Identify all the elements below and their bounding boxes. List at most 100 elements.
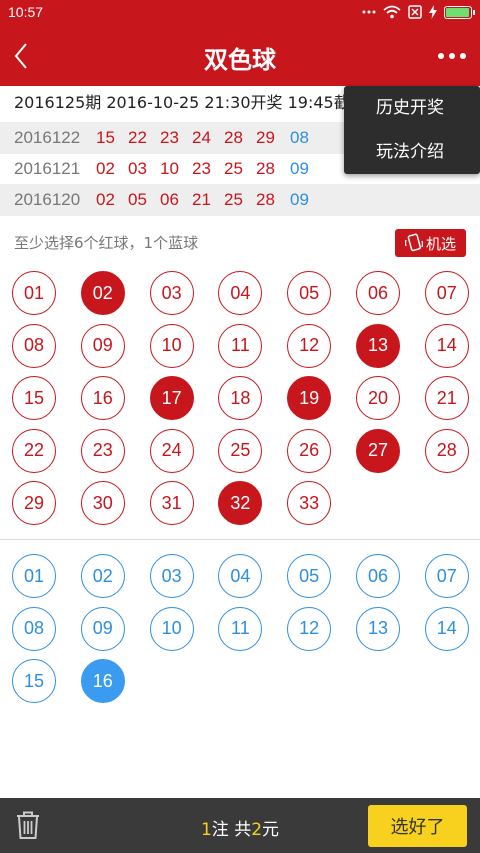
red-ball-33[interactable]: 33 xyxy=(287,481,332,525)
red-ball-16[interactable]: 16 xyxy=(80,376,125,420)
no-sim-icon xyxy=(408,5,422,19)
bet-amount-unit: 元 xyxy=(262,820,280,840)
history-blue-number: 09 xyxy=(290,159,309,178)
history-red-number: 15 xyxy=(96,128,115,147)
history-blue-number: 08 xyxy=(290,128,309,147)
red-ball-25[interactable]: 25 xyxy=(218,428,263,473)
nav-bar: 双色球 xyxy=(0,26,480,86)
history-red-number: 10 xyxy=(160,159,179,178)
red-ball-06[interactable]: 06 xyxy=(355,271,400,315)
red-ball-17[interactable]: 17 xyxy=(149,376,194,420)
red-ball-08[interactable]: 08 xyxy=(12,323,56,368)
red-ball-32[interactable]: 32 xyxy=(218,481,263,525)
blue-ball-01[interactable]: 01 xyxy=(12,554,56,598)
red-ball-24[interactable]: 24 xyxy=(149,428,194,473)
history-red-number: 28 xyxy=(256,190,275,209)
history-red-number: 23 xyxy=(160,128,179,147)
popup-menu: 历史开奖 玩法介绍 xyxy=(344,86,480,174)
page-title: 双色球 xyxy=(204,46,276,74)
red-ball-26[interactable]: 26 xyxy=(287,428,332,473)
history-red-number: 25 xyxy=(224,190,243,209)
red-ball-21[interactable]: 21 xyxy=(424,376,469,420)
blue-ball-09[interactable]: 09 xyxy=(80,606,125,651)
random-pick-button[interactable]: 机选 xyxy=(395,229,466,257)
random-pick-label: 机选 xyxy=(425,234,456,253)
blue-ball-04[interactable]: 04 xyxy=(218,554,263,598)
history-red-number: 29 xyxy=(256,128,275,147)
red-ball-grid: 01 02 03 04 05 06 07 08 09 10 11 12 13 14 15 16 17 18 19 20… xyxy=(12,271,472,534)
more-menu-icon[interactable] xyxy=(436,46,468,66)
red-ball-15[interactable]: 15 xyxy=(12,376,56,420)
more-dots-icon xyxy=(362,10,376,14)
menu-item-history[interactable]: 历史开奖 xyxy=(344,86,480,130)
history-red-number: 28 xyxy=(256,159,275,178)
red-ball-13[interactable]: 13 xyxy=(355,323,400,368)
red-ball-07[interactable]: 07 xyxy=(424,271,469,315)
blue-ball-03[interactable]: 03 xyxy=(149,554,194,598)
history-issue: 2016122 xyxy=(14,128,81,147)
red-ball-11[interactable]: 11 xyxy=(218,323,263,368)
confirm-button[interactable]: 选好了 xyxy=(368,805,467,847)
blue-ball-07[interactable]: 07 xyxy=(424,554,469,598)
bottom-bar: 1注 共2元 选好了 xyxy=(0,798,480,853)
blue-ball-02[interactable]: 02 xyxy=(80,554,125,598)
blue-ball-15[interactable]: 15 xyxy=(12,659,56,703)
blue-ball-10[interactable]: 10 xyxy=(149,606,194,651)
red-ball-12[interactable]: 12 xyxy=(287,323,332,368)
red-ball-29[interactable]: 29 xyxy=(12,481,56,525)
menu-item-rules[interactable]: 玩法介绍 xyxy=(344,130,480,174)
history-red-number: 02 xyxy=(96,190,115,209)
red-ball-20[interactable]: 20 xyxy=(355,376,400,420)
red-ball-03[interactable]: 03 xyxy=(149,271,194,315)
bet-count-unit: 注 共 xyxy=(211,820,252,840)
bet-count: 1 xyxy=(200,820,212,840)
red-ball-01[interactable]: 01 xyxy=(12,271,56,315)
blue-ball-14[interactable]: 14 xyxy=(424,606,469,651)
red-ball-28[interactable]: 28 xyxy=(424,428,469,473)
history-issue: 2016121 xyxy=(14,159,81,178)
blue-ball-05[interactable]: 05 xyxy=(287,554,332,598)
status-bar: 10:57 xyxy=(0,0,480,26)
wifi-icon xyxy=(383,5,401,19)
bet-amount: 2 xyxy=(251,820,263,840)
red-ball-27[interactable]: 27 xyxy=(355,428,400,473)
history-red-number: 22 xyxy=(128,128,147,147)
red-ball-23[interactable]: 23 xyxy=(80,428,125,473)
blue-ball-16[interactable]: 16 xyxy=(80,659,125,703)
selection-hint: 至少选择6个红球，1个蓝球 xyxy=(14,234,199,252)
shake-phone-icon xyxy=(404,233,423,252)
history-blue-number: 09 xyxy=(290,190,309,209)
red-ball-10[interactable]: 10 xyxy=(149,323,194,368)
red-ball-02[interactable]: 02 xyxy=(80,271,125,315)
history-red-number: 28 xyxy=(224,128,243,147)
history-red-number: 05 xyxy=(128,190,147,209)
history-red-number: 24 xyxy=(192,128,211,147)
history-red-number: 06 xyxy=(160,190,179,209)
history-row: 2016120 02 05 06 21 25 28 09 xyxy=(0,184,480,216)
history-issue: 2016120 xyxy=(14,190,81,209)
history-red-number: 03 xyxy=(128,159,147,178)
red-ball-18[interactable]: 18 xyxy=(218,376,263,420)
blue-ball-11[interactable]: 11 xyxy=(218,606,263,651)
blue-ball-13[interactable]: 13 xyxy=(355,606,400,651)
red-ball-19[interactable]: 19 xyxy=(287,376,332,420)
history-red-number: 25 xyxy=(224,159,243,178)
red-ball-31[interactable]: 31 xyxy=(149,481,194,525)
red-ball-04[interactable]: 04 xyxy=(218,271,263,315)
status-icons xyxy=(362,5,475,19)
red-ball-30[interactable]: 30 xyxy=(80,481,125,525)
blue-ball-12[interactable]: 12 xyxy=(287,606,332,651)
red-ball-05[interactable]: 05 xyxy=(287,271,332,315)
section-divider xyxy=(0,539,480,540)
battery-icon xyxy=(444,5,475,19)
red-ball-14[interactable]: 14 xyxy=(424,323,469,368)
red-ball-22[interactable]: 22 xyxy=(12,428,56,473)
blue-ball-grid: 01 02 03 04 05 06 07 08 09 10 11 12 13 14 15 16 xyxy=(12,554,472,712)
history-red-number: 23 xyxy=(192,159,211,178)
blue-ball-08[interactable]: 08 xyxy=(12,606,56,651)
history-red-number: 21 xyxy=(192,190,211,209)
status-time: 10:57 xyxy=(8,4,44,20)
red-ball-09[interactable]: 09 xyxy=(80,323,125,368)
charging-icon xyxy=(429,5,437,19)
blue-ball-06[interactable]: 06 xyxy=(355,554,400,598)
